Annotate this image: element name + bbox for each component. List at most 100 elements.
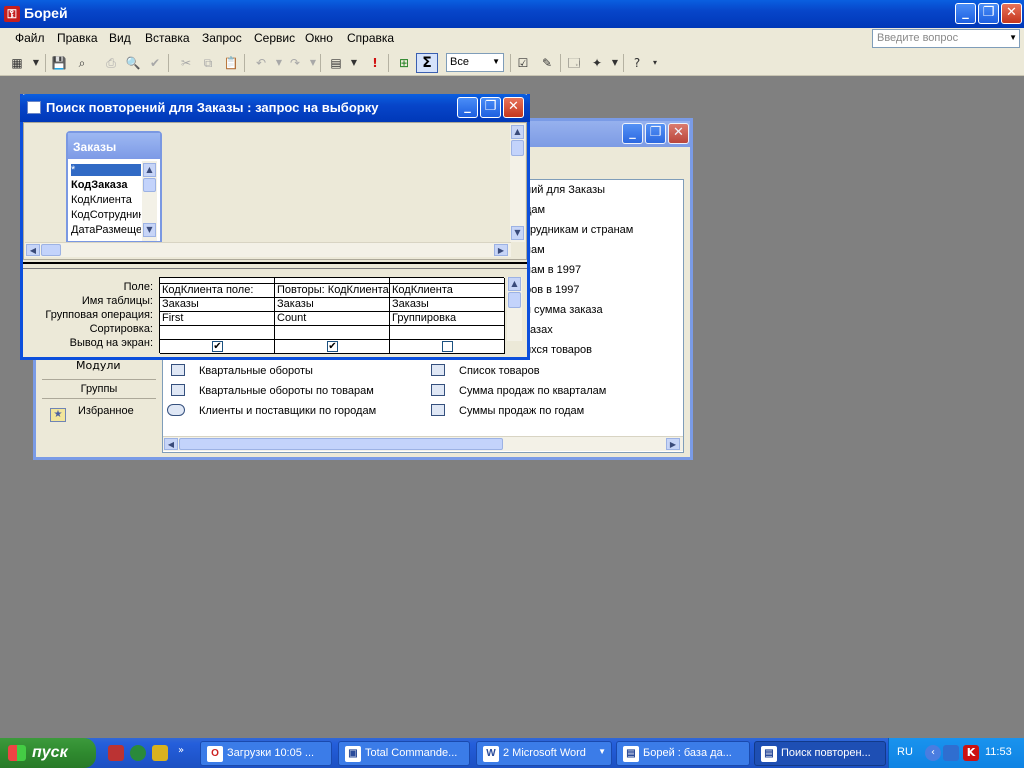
field-item[interactable]: КодКлиента xyxy=(71,194,141,206)
floppy-icon[interactable] xyxy=(108,745,124,761)
scroll-down-icon[interactable]: ▼ xyxy=(143,223,156,237)
sidebar-groups-header[interactable]: Группы xyxy=(42,379,156,399)
scrollbar-thumb[interactable] xyxy=(143,178,156,192)
list-item[interactable]: ихся товаров xyxy=(525,344,592,356)
grid-cell-table[interactable]: Заказы xyxy=(160,298,275,312)
menu-window[interactable]: Окно xyxy=(305,31,333,45)
totals-button[interactable]: Σ xyxy=(416,53,438,73)
menu-query[interactable]: Запрос xyxy=(202,31,242,45)
field-list-title[interactable]: Заказы xyxy=(68,133,160,159)
list-item[interactable]: ров в 1997 xyxy=(525,284,580,296)
table-pane-hscrollbar[interactable]: ◀ ▶ xyxy=(25,242,511,257)
query-icon[interactable] xyxy=(27,101,41,114)
query-maximize-button[interactable]: ❐ xyxy=(480,97,501,118)
grid-vscrollbar[interactable]: ▲ xyxy=(507,277,522,341)
table-pane-vscrollbar[interactable]: ▲ ▼ xyxy=(510,124,525,242)
list-item[interactable]: ний для Заказы xyxy=(525,184,605,196)
chevron-down-icon[interactable]: ▼ xyxy=(27,54,45,72)
build-icon[interactable]: ✎ xyxy=(538,54,556,72)
minimize-button[interactable]: _ xyxy=(955,3,976,24)
scroll-up-icon[interactable]: ▲ xyxy=(508,277,521,291)
list-item[interactable]: я сумма заказа xyxy=(525,304,603,316)
horizontal-scrollbar[interactable]: ◀ ▶ xyxy=(163,436,683,451)
list-item[interactable]: Клиенты и поставщики по городам xyxy=(167,404,376,417)
list-item[interactable]: Список товаров xyxy=(431,364,540,377)
query-type-icon[interactable]: ▤ xyxy=(327,54,345,72)
menu-help[interactable]: Справка xyxy=(347,31,394,45)
grid-cell-table[interactable]: Заказы xyxy=(390,298,505,312)
grid-cell-sort[interactable] xyxy=(275,326,390,340)
field-item[interactable]: КодСотрудника xyxy=(71,209,141,221)
db-maximize-button[interactable]: ❐ xyxy=(645,123,666,144)
program-icon[interactable] xyxy=(152,745,168,761)
chevron-right-icon[interactable]: » xyxy=(178,745,186,761)
chevron-down-icon[interactable]: ▼ xyxy=(492,57,500,66)
language-indicator[interactable]: RU xyxy=(897,746,913,758)
taskbar-button-borei[interactable]: ▤ Борей : база да... xyxy=(616,741,750,766)
grid-cell-total[interactable]: Группировка xyxy=(390,312,505,326)
paste-icon[interactable]: 📋 xyxy=(222,54,240,72)
database-window-icon[interactable]: 🗔 xyxy=(565,54,583,72)
spell-check-icon[interactable]: ✔ xyxy=(146,54,164,72)
query-minimize-button[interactable]: _ xyxy=(457,97,478,118)
taskbar-button-query[interactable]: ▤ Поиск повторен... xyxy=(754,741,886,766)
db-close-button[interactable]: ✕ xyxy=(668,123,689,144)
undo-icon[interactable]: ↶ xyxy=(252,54,270,72)
show-checkbox[interactable]: ✔ xyxy=(327,341,338,352)
grid-cell-table[interactable]: Заказы xyxy=(275,298,390,312)
copy-icon[interactable]: ⧉ xyxy=(199,54,217,72)
grid-cell-field[interactable]: КодКлиента поле: xyxy=(160,284,275,298)
taskbar-button-total-commander[interactable]: ▣ Total Commande... xyxy=(338,741,470,766)
chevron-down-icon[interactable]: ▼ xyxy=(1009,33,1017,42)
print-preview-icon[interactable]: 🔍 xyxy=(124,54,142,72)
view-grid-icon[interactable]: ▦ xyxy=(8,54,26,72)
scroll-left-icon[interactable]: ◀ xyxy=(164,438,178,450)
scroll-right-icon[interactable]: ▶ xyxy=(666,438,680,450)
sidebar-item-modules[interactable]: Модули xyxy=(76,359,121,372)
print-icon[interactable]: ⎙ xyxy=(102,54,120,72)
grid-cell-sort[interactable] xyxy=(390,326,505,340)
grid-cell-field[interactable]: Повторы: КодКлиента xyxy=(275,284,390,298)
ask-question-input[interactable]: Введите вопрос ▼ xyxy=(872,29,1020,48)
key-icon[interactable]: ⚿ xyxy=(4,6,20,22)
list-item[interactable]: Сумма продаж по кварталам xyxy=(431,384,606,397)
search-icon[interactable]: ⌕ xyxy=(73,54,91,72)
start-button[interactable]: пуск xyxy=(0,738,96,768)
list-item[interactable]: Квартальные обороты xyxy=(171,364,313,377)
field-list-orders[interactable]: Заказы * КодЗаказа КодКлиента КодСотрудн… xyxy=(66,131,162,243)
scrollbar-thumb[interactable] xyxy=(511,140,524,156)
run-icon[interactable]: ! xyxy=(366,54,384,72)
restore-button[interactable]: ❐ xyxy=(978,3,999,24)
scroll-down-icon[interactable]: ▼ xyxy=(511,226,524,240)
field-item[interactable]: ДатаРазмещения xyxy=(71,224,141,236)
menu-file[interactable]: Файл xyxy=(15,31,45,45)
taskbar-button-downloads[interactable]: O Загрузки 10:05 ... xyxy=(200,741,332,766)
chevron-down-icon[interactable]: ▼ xyxy=(345,54,363,72)
new-object-icon[interactable]: ✦ xyxy=(588,54,606,72)
network-icon[interactable] xyxy=(943,745,959,761)
query-close-button[interactable]: ✕ xyxy=(503,97,524,118)
list-item[interactable]: Квартальные обороты по товарам xyxy=(171,384,374,397)
scrollbar-thumb[interactable] xyxy=(508,292,521,308)
close-button[interactable]: ✕ xyxy=(1001,3,1022,24)
menu-edit[interactable]: Правка xyxy=(57,31,98,45)
grid-cell-field[interactable]: КодКлиента xyxy=(390,284,505,298)
show-checkbox[interactable] xyxy=(442,341,453,352)
scroll-up-icon[interactable]: ▲ xyxy=(143,163,156,177)
taskbar-button-word[interactable]: W 2 Microsoft Word ▼ xyxy=(476,741,612,766)
scroll-right-icon[interactable]: ▶ xyxy=(494,244,508,256)
list-item[interactable]: Суммы продаж по годам xyxy=(431,404,584,417)
media-player-icon[interactable] xyxy=(130,745,146,761)
field-item[interactable]: КодЗаказа xyxy=(71,179,141,191)
chevron-down-icon[interactable]: ▾ xyxy=(646,54,664,72)
scroll-up-icon[interactable]: ▲ xyxy=(511,125,524,139)
pane-splitter[interactable] xyxy=(23,262,527,269)
chevron-left-icon[interactable]: ‹ xyxy=(925,745,941,761)
show-table-icon[interactable]: ⊞ xyxy=(395,54,413,72)
menu-view[interactable]: Вид xyxy=(109,31,131,45)
grid-cell-total[interactable]: Count xyxy=(275,312,390,326)
menu-tools[interactable]: Сервис xyxy=(254,31,295,45)
top-values-combo[interactable]: Все ▼ xyxy=(446,53,504,72)
grid-cell-total[interactable]: First xyxy=(160,312,275,326)
scrollbar-thumb[interactable] xyxy=(179,438,503,450)
